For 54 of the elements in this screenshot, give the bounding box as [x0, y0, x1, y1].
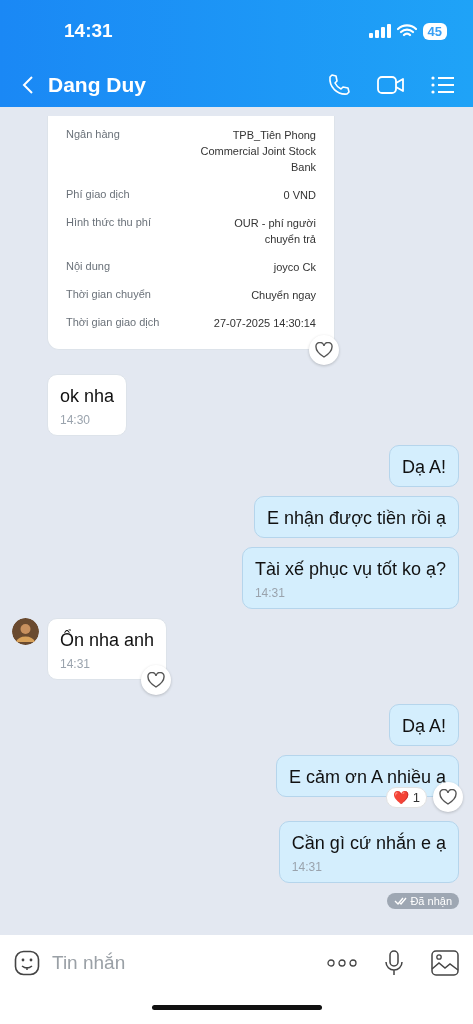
microphone-icon[interactable]: [385, 949, 403, 976]
message-text: Cần gì cứ nhắn e ạ: [291, 833, 446, 855]
receipt-label: Hình thức thu phí: [66, 215, 152, 230]
message-text: E nhận được tiền rồi ạ: [267, 508, 446, 530]
receipt-label: Thời gian chuyển: [66, 287, 151, 302]
message-time: 14:31: [60, 657, 92, 672]
message-bubble[interactable]: Dạ A!: [388, 704, 459, 747]
like-button[interactable]: [141, 665, 172, 696]
status-text: Đã nhận: [410, 895, 452, 908]
receipt-label: Thời gian giao dịch: [66, 315, 160, 330]
message-bubble[interactable]: E nhận được tiền rồi ạ: [254, 496, 459, 539]
heart-icon: [147, 672, 166, 689]
back-icon[interactable]: [22, 74, 34, 95]
message-text: E cảm ơn A nhiều ạ: [289, 767, 446, 789]
heart-icon: [439, 789, 457, 806]
receipt-label: Nội dung: [66, 259, 111, 274]
message-time: 14:31: [291, 860, 323, 875]
message-text: Dạ A!: [401, 716, 446, 738]
receipt-value: joyco Ck: [273, 259, 316, 275]
message-bubble[interactable]: Cần gì cứ nhắn e ạ 14:31: [278, 821, 459, 884]
phone-icon[interactable]: [327, 72, 351, 97]
message-time: 14:31: [254, 586, 286, 601]
receipt-label: Phí giao dịch: [66, 187, 130, 202]
status-time: 14:31: [64, 20, 113, 42]
receipt-value: 0 VND: [283, 187, 316, 203]
message-bubble[interactable]: Ổn nha anh 14:31: [47, 618, 168, 681]
avatar[interactable]: [12, 618, 39, 646]
message-text: Dạ A!: [401, 457, 446, 479]
message-bubble[interactable]: Tài xế phục vụ tốt ko ạ? 14:31: [241, 547, 459, 610]
wifi-icon: [396, 24, 417, 38]
more-icon[interactable]: [327, 958, 357, 967]
like-button[interactable]: [309, 335, 339, 366]
battery-level: 45: [422, 22, 447, 40]
receipt-label: Ngân hàng: [66, 128, 120, 142]
message-time: 14:30: [60, 413, 92, 428]
receipt-value: Chuyển ngay: [251, 287, 316, 303]
receipt-value: OUR - phí người chuyển trả: [233, 215, 316, 247]
heart-icon: [315, 342, 333, 359]
sticker-icon[interactable]: [14, 949, 40, 976]
receipt-value: 27-07-2025 14:30:14: [213, 315, 316, 331]
message-bubble[interactable]: ok nha 14:30: [47, 374, 128, 437]
image-icon[interactable]: [431, 949, 459, 976]
message-text: ok nha: [60, 386, 115, 408]
menu-icon[interactable]: [431, 74, 455, 95]
message-text: Tài xế phục vụ tốt ko ạ?: [254, 559, 446, 581]
video-call-icon[interactable]: [377, 74, 405, 95]
message-text: Ổn nha anh: [60, 630, 155, 652]
message-bubble[interactable]: Dạ A!: [388, 445, 459, 488]
receipt-value: TPB_Tiên Phong Commercial Joint Stock Bank: [199, 128, 316, 175]
contact-name: Dang Duy: [48, 72, 147, 97]
message-input[interactable]: Tin nhắn: [52, 947, 315, 978]
signal-icon: [368, 24, 391, 38]
double-check-icon: [394, 897, 408, 906]
home-indicator[interactable]: [151, 1004, 322, 1010]
